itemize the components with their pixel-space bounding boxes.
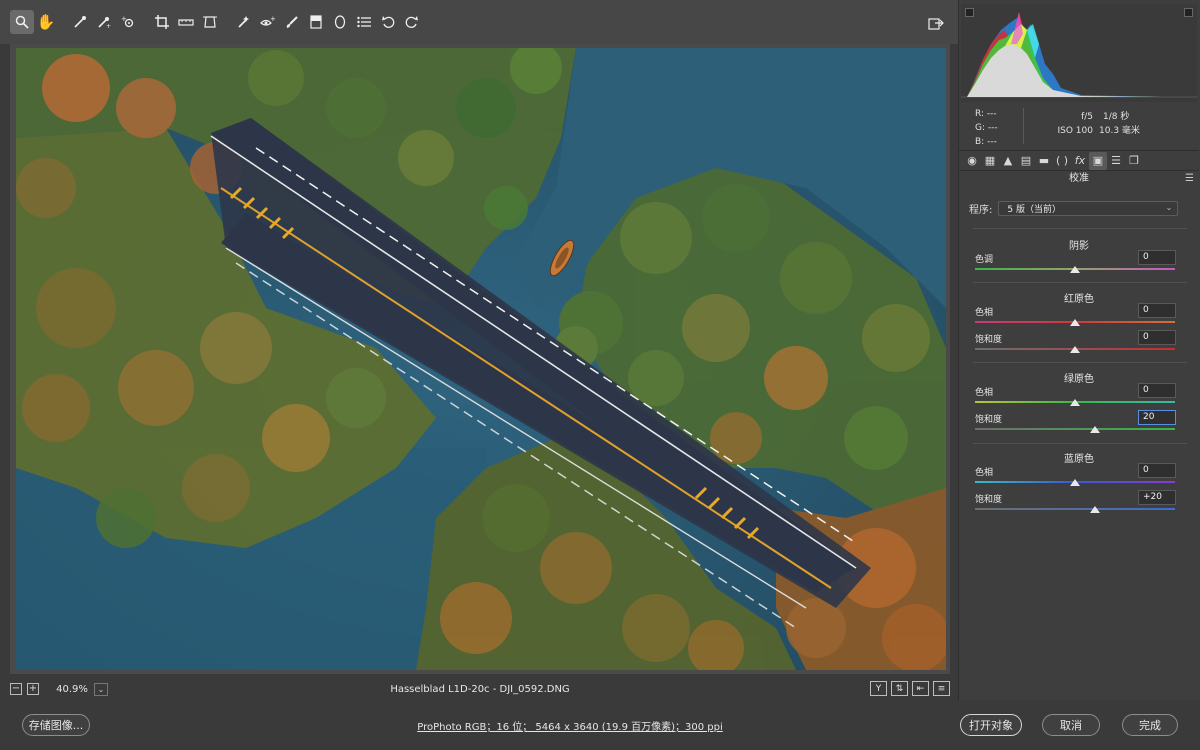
blue-hue-input[interactable]: 0 [1138, 463, 1176, 478]
photo-preview[interactable] [16, 48, 946, 670]
graduated-filter-tool-icon[interactable] [304, 10, 328, 34]
aperture-value: f/5 [1081, 112, 1093, 122]
red-readout: R: --- [975, 109, 997, 119]
hand-tool-icon[interactable]: ✋ [34, 10, 58, 34]
blue-saturation-label: 饱和度 [975, 495, 1003, 505]
zoom-tool-icon[interactable] [10, 10, 34, 34]
panel-title: 校准 [959, 170, 1199, 186]
radial-filter-tool-icon[interactable] [328, 10, 352, 34]
iso-value: ISO 100 [1057, 126, 1094, 136]
green-saturation-label: 饱和度 [975, 415, 1003, 425]
blue-hue-row: 色相 0 [975, 463, 1176, 479]
file-name: Hasselblad L1D-20c - DJI_0592.DNG [390, 683, 570, 695]
green-saturation-row: 饱和度 20 [975, 410, 1176, 426]
adjustment-panel: R: --- G: --- B: --- f/5 1/8 秒 ISO 100 10.… [958, 0, 1200, 700]
hsl-tab-icon[interactable]: ▤ [1017, 152, 1035, 170]
process-value: 5 版（当前） [1007, 204, 1061, 215]
effects-tab-icon[interactable]: fx [1071, 152, 1089, 170]
image-status-bar: − + 40.9% ⌄ Hasselblad L1D-20c - DJI_059… [10, 678, 950, 700]
copy-settings-button[interactable]: ⇤ [912, 681, 929, 696]
view-buttons: Y ⇅ ⇤ ≡ [870, 681, 950, 696]
transform-tool-icon[interactable] [198, 10, 222, 34]
svg-text:+: + [121, 15, 127, 23]
white-balance-tool-icon[interactable] [68, 10, 92, 34]
red-hue-row: 色相 0 [975, 303, 1176, 319]
lens-corrections-tab-icon[interactable]: ( ) [1053, 152, 1071, 170]
panel-tabs: ◉ ▦ ▲ ▤ ▬ ( ) fx ▣ ☰ ❐ [959, 150, 1199, 170]
process-label: 程序: [969, 204, 993, 216]
rotate-right-icon[interactable] [400, 10, 424, 34]
adjustment-brush-tool-icon[interactable] [280, 10, 304, 34]
chevron-down-icon: ⌄ [1165, 202, 1173, 212]
blue-hue-label: 色相 [975, 468, 994, 478]
blue-readout: B: --- [975, 137, 997, 147]
preview-preferences-button[interactable]: ≡ [933, 681, 950, 696]
shadows-tint-label: 色调 [975, 255, 994, 265]
pixel-readout: R: --- G: --- B: --- f/5 1/8 秒 ISO 100 10.… [959, 104, 1199, 150]
svg-text:+: + [270, 15, 276, 23]
panel-menu-icon[interactable]: ☰ [1185, 173, 1194, 184]
blue-saturation-input[interactable]: +20 [1138, 490, 1176, 505]
snapshots-tab-icon[interactable]: ❐ [1125, 152, 1143, 170]
workflow-options-link[interactable]: ProPhoto RGB；16 位； 5464 x 3640 (19.9 百万像… [380, 718, 760, 733]
red-saturation-slider-thumb[interactable] [1070, 346, 1080, 353]
shutter-value: 1/8 秒 [1103, 112, 1130, 122]
before-after-toggle-button[interactable]: Y [870, 681, 887, 696]
target-adjustment-tool-icon[interactable]: + [116, 10, 140, 34]
blue-saturation-row: 饱和度 +20 [975, 490, 1176, 506]
preferences-list-icon[interactable] [352, 10, 376, 34]
straighten-tool-icon[interactable] [174, 10, 198, 34]
red-eye-tool-icon[interactable]: + [256, 10, 280, 34]
red-hue-input[interactable]: 0 [1138, 303, 1176, 318]
green-saturation-slider-thumb[interactable] [1090, 426, 1100, 433]
red-hue-label: 色相 [975, 308, 994, 318]
green-saturation-input[interactable]: 20 [1138, 410, 1176, 425]
blue-hue-slider-thumb[interactable] [1070, 479, 1080, 486]
top-toolbar: ✋ + + + [0, 0, 958, 44]
red-saturation-label: 饱和度 [975, 335, 1003, 345]
save-image-button[interactable]: 存储图像... [22, 714, 90, 736]
spot-removal-tool-icon[interactable] [232, 10, 256, 34]
done-button[interactable]: 完成 [1122, 714, 1178, 736]
detail-tab-icon[interactable]: ▲ [999, 152, 1017, 170]
presets-tab-icon[interactable]: ☰ [1107, 152, 1125, 170]
svg-text:+: + [106, 23, 111, 29]
rotate-left-icon[interactable] [376, 10, 400, 34]
green-hue-slider-thumb[interactable] [1070, 399, 1080, 406]
calibration-tab-icon[interactable]: ▣ [1089, 151, 1107, 170]
cancel-button[interactable]: 取消 [1042, 714, 1100, 736]
color-sampler-tool-icon[interactable]: + [92, 10, 116, 34]
green-readout: G: --- [975, 123, 998, 133]
footer-bar: 存储图像... ProPhoto RGB；16 位； 5464 x 3640 (… [0, 700, 1200, 750]
export-icon[interactable] [924, 11, 948, 35]
camera-raw-window: ✋ + + + − + 40.9% ⌄ Hasselblad L1D-20c -… [0, 0, 1200, 750]
basic-tab-icon[interactable]: ◉ [963, 152, 981, 170]
process-version-select[interactable]: 5 版（当前） ⌄ [998, 200, 1179, 216]
red-hue-slider-thumb[interactable] [1070, 319, 1080, 326]
process-version-row: 程序: 5 版（当前） ⌄ [969, 200, 1191, 216]
green-hue-row: 色相 0 [975, 383, 1176, 399]
tone-curve-tab-icon[interactable]: ▦ [981, 152, 999, 170]
shadows-tint-row: 色调 0 [975, 250, 1176, 266]
red-saturation-input[interactable]: 0 [1138, 330, 1176, 345]
red-saturation-row: 饱和度 0 [975, 330, 1176, 346]
green-hue-label: 色相 [975, 388, 994, 398]
split-toning-tab-icon[interactable]: ▬ [1035, 152, 1053, 170]
green-hue-input[interactable]: 0 [1138, 383, 1176, 398]
crop-tool-icon[interactable] [150, 10, 174, 34]
swap-settings-button[interactable]: ⇅ [891, 681, 908, 696]
blue-saturation-track[interactable] [975, 508, 1175, 510]
blue-saturation-slider-thumb[interactable] [1090, 506, 1100, 513]
open-object-button[interactable]: 打开对象 [960, 714, 1022, 736]
focal-length-value: 10.3 毫米 [1099, 126, 1140, 136]
green-saturation-track[interactable] [975, 428, 1175, 430]
shadows-tint-slider-thumb[interactable] [1070, 266, 1080, 273]
histogram [961, 4, 1197, 102]
shadows-tint-input[interactable]: 0 [1138, 250, 1176, 265]
image-preview-area [10, 44, 950, 674]
